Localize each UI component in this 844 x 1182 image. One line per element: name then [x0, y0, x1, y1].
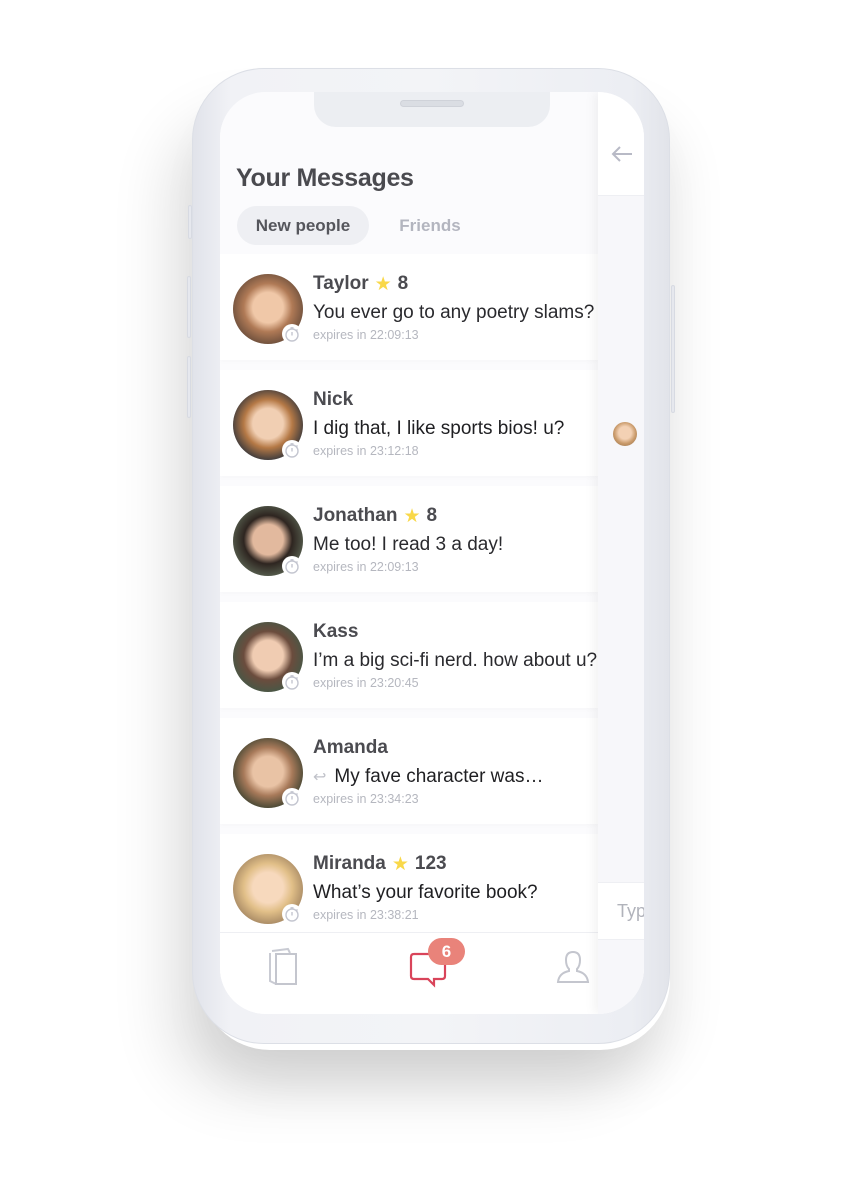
chat-partner-avatar [613, 422, 637, 446]
cards-icon [269, 947, 297, 985]
star-icon: ★ [374, 273, 392, 295]
conversation-row[interactable]: Miranda ★ 123 What’s your favorite book?… [220, 834, 598, 940]
star-icon: ★ [391, 853, 409, 875]
message-text: You ever go to any poetry slams? [313, 302, 595, 323]
volume-down-button [187, 356, 191, 418]
message-preview: What’s your favorite book? [313, 882, 538, 904]
phone-screen: Your Messages New people Friends Taylor … [220, 92, 644, 1014]
chat-header [598, 92, 644, 196]
timer-icon [282, 556, 302, 576]
message-text: My fave character was… [334, 766, 544, 787]
contact-name: Kass [313, 621, 359, 642]
nav-cards[interactable] [266, 947, 302, 992]
expires-label: expires in 23:34:23 [313, 792, 419, 806]
timer-icon [282, 324, 302, 344]
conversation-row[interactable]: Jonathan ★ 8 Me too! I read 3 a day! exp… [220, 486, 598, 592]
expires-label: expires in 22:09:13 [313, 328, 419, 342]
message-text: I dig that, I like sports bios! u? [313, 418, 565, 439]
message-preview: I dig that, I like sports bios! u? [313, 418, 564, 440]
page-title: Your Messages [236, 164, 414, 192]
message-text: What’s your favorite book? [313, 882, 538, 903]
speaker [400, 100, 464, 107]
conversation-row[interactable]: Amanda ↩ My fave character was… expires … [220, 718, 598, 824]
message-text: Me too! I read 3 a day! [313, 534, 504, 555]
name-line: Jonathan ★ 8 [313, 505, 437, 527]
message-preview: You ever go to any poetry slams? [313, 302, 594, 324]
unread-badge: 6 [428, 938, 465, 965]
expires-label: expires in 23:38:21 [313, 908, 419, 922]
name-line: Kass [313, 621, 358, 643]
mute-switch [188, 205, 192, 239]
reply-icon: ↩ [313, 769, 327, 786]
nav-profile[interactable] [555, 949, 591, 990]
conversation-list: Taylor ★ 8 You ever go to any poetry sla… [220, 254, 598, 950]
timer-icon [282, 904, 302, 924]
bottom-nav: 6 [220, 932, 644, 1014]
notch [314, 92, 550, 127]
tab-friends[interactable]: Friends [383, 206, 477, 245]
message-preview: Me too! I read 3 a day! [313, 534, 503, 556]
name-line: Amanda [313, 737, 388, 759]
conversation-row[interactable]: Kass I’m a big sci-fi nerd. how about u?… [220, 602, 598, 708]
star-count: 8 [397, 273, 409, 294]
timer-icon [282, 672, 302, 692]
expires-label: expires in 23:12:18 [313, 444, 419, 458]
volume-up-button [187, 276, 191, 338]
expires-label: expires in 23:20:45 [313, 676, 419, 690]
power-button [671, 285, 675, 413]
star-count: 123 [414, 853, 447, 874]
contact-name: Nick [313, 389, 354, 410]
name-line: Miranda ★ 123 [313, 853, 447, 875]
contact-name: Miranda [313, 853, 386, 874]
conversation-row[interactable]: Taylor ★ 8 You ever go to any poetry sla… [220, 254, 598, 360]
star-icon: ★ [403, 505, 421, 527]
message-preview: ↩ My fave character was… [313, 766, 543, 788]
star-count: 8 [426, 505, 438, 526]
profile-icon [556, 950, 590, 983]
back-button[interactable] [610, 144, 634, 169]
contact-name: Amanda [313, 737, 388, 758]
contact-name: Taylor [313, 273, 369, 294]
tab-new-people[interactable]: New people [237, 206, 369, 245]
conversation-row[interactable]: Nick I dig that, I like sports bios! u? … [220, 370, 598, 476]
messages-screen: Your Messages New people Friends Taylor … [220, 92, 644, 1014]
contact-name: Jonathan [313, 505, 398, 526]
message-text: I’m a big sci-fi nerd. how about u? [313, 650, 598, 671]
message-input-placeholder: Type [617, 901, 644, 921]
name-line: Nick [313, 389, 353, 411]
timer-icon [282, 440, 302, 460]
message-input[interactable]: Type [598, 882, 644, 940]
name-line: Taylor ★ 8 [313, 273, 408, 295]
timer-icon [282, 788, 302, 808]
message-preview: I’m a big sci-fi nerd. how about u? [313, 650, 597, 672]
arrow-left-icon [611, 146, 632, 162]
expires-label: expires in 22:09:13 [313, 560, 419, 574]
chat-panel: Type [598, 92, 644, 1014]
